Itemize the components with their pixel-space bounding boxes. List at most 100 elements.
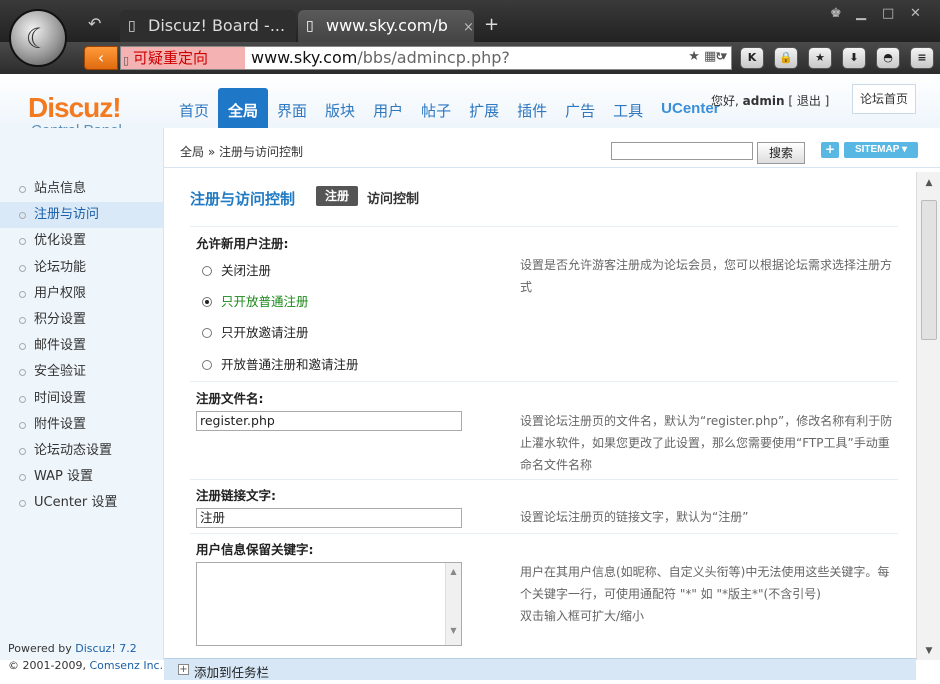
register-file-input[interactable]: register.php bbox=[196, 411, 462, 431]
k-extension-icon[interactable]: K bbox=[740, 47, 764, 69]
sitemap-button[interactable]: SITEMAP ▾ bbox=[844, 142, 918, 158]
close-window-icon[interactable]: ✕ bbox=[910, 6, 921, 21]
nav-global[interactable]: 全局 bbox=[218, 88, 269, 128]
radio-register-normal[interactable]: 只开放普通注册 bbox=[202, 291, 309, 310]
gamepad-icon[interactable]: ◓ bbox=[876, 47, 900, 69]
tab-close-icon[interactable]: × bbox=[463, 20, 474, 35]
bookmark-star-icon[interactable]: ★ bbox=[808, 47, 832, 69]
sidebar-item-ucenter[interactable]: UCenter 设置 bbox=[0, 490, 163, 516]
admin-page: Discuz! Control Panel 首页 全局 界面 版块 用户 帖子 … bbox=[0, 74, 940, 684]
url-path: /bbs/admincp.php? bbox=[357, 48, 510, 67]
sidebar: 站点信息 注册与访问 优化设置 论坛功能 用户权限 积分设置 邮件设置 安全验证… bbox=[0, 128, 164, 660]
add-to-taskbar-link[interactable]: 添加到任务栏 bbox=[194, 662, 269, 681]
sidebar-item-forum-features[interactable]: 论坛功能 bbox=[0, 255, 163, 281]
favorite-star-icon[interactable]: ★ bbox=[688, 49, 700, 64]
sidebar-item-user-permissions[interactable]: 用户权限 bbox=[0, 281, 163, 307]
address-bar[interactable]: ▯ 可疑重定向 www.sky.com/bbs/admincp.php? ★ ▦… bbox=[120, 46, 732, 70]
scroll-down-icon[interactable]: ▼ bbox=[446, 626, 461, 635]
logo-main: Discuz! bbox=[28, 92, 122, 123]
maximize-icon[interactable]: □ bbox=[882, 6, 894, 21]
radio-label: 开放普通注册和邀请注册 bbox=[221, 357, 359, 372]
textarea-scrollbar[interactable]: ▲ ▼ bbox=[445, 563, 461, 645]
allow-register-label: 允许新用户注册: bbox=[196, 236, 289, 251]
radio-label: 只开放邀请注册 bbox=[221, 325, 309, 340]
top-navigation: 首页 全局 界面 版块 用户 帖子 扩展 插件 广告 工具 UCenter bbox=[170, 88, 729, 128]
download-icon[interactable]: ⬇ bbox=[842, 47, 866, 69]
radio-register-both[interactable]: 开放普通注册和邀请注册 bbox=[202, 354, 359, 373]
radio-register-closed[interactable]: 关闭注册 bbox=[202, 260, 271, 279]
add-shortcut-button[interactable]: + bbox=[821, 142, 839, 158]
nav-users[interactable]: 用户 bbox=[364, 88, 412, 128]
copyright-company[interactable]: Comsenz Inc. bbox=[89, 659, 163, 672]
tab-access-control[interactable]: 访问控制 bbox=[367, 188, 419, 207]
browser-logo-icon[interactable]: ☾ bbox=[9, 9, 67, 67]
undo-close-tab-icon[interactable]: ↶ bbox=[88, 14, 101, 33]
refresh-icon[interactable]: ↻ bbox=[708, 47, 732, 69]
sidebar-item-wap[interactable]: WAP 设置 bbox=[0, 464, 163, 490]
radio-circle[interactable] bbox=[202, 360, 212, 370]
minimize-icon[interactable]: ▁ bbox=[856, 6, 866, 21]
nav-extensions[interactable]: 扩展 bbox=[460, 88, 508, 128]
sidebar-item-security[interactable]: 安全验证 bbox=[0, 359, 163, 385]
nav-interface[interactable]: 界面 bbox=[268, 88, 316, 128]
menu-icon[interactable]: ≡ bbox=[910, 47, 934, 69]
greeting: 您好, bbox=[711, 94, 739, 108]
radio-circle[interactable] bbox=[202, 297, 212, 307]
tab-register[interactable]: 注册 bbox=[316, 186, 358, 206]
radio-register-invite[interactable]: 只开放邀请注册 bbox=[202, 322, 309, 341]
admin-header: Discuz! Control Panel 首页 全局 界面 版块 用户 帖子 … bbox=[0, 74, 940, 139]
browser-tab-discuz[interactable]: ▯ Discuz! Board -... × bbox=[120, 10, 311, 42]
powered-by-product[interactable]: Discuz! 7.2 bbox=[75, 642, 136, 655]
sidebar-item-optimization[interactable]: 优化设置 bbox=[0, 228, 163, 254]
scroll-down-icon[interactable]: ▼ bbox=[917, 646, 940, 656]
radio-label: 关闭注册 bbox=[221, 263, 272, 278]
page-icon: ▯ bbox=[306, 18, 314, 34]
register-link-label: 注册链接文字: bbox=[196, 488, 276, 503]
reserved-keywords-label: 用户信息保留关键字: bbox=[196, 542, 314, 557]
url-text[interactable]: www.sky.com/bbs/admincp.php? bbox=[251, 48, 510, 68]
scrollbar-thumb[interactable] bbox=[921, 200, 937, 340]
divider bbox=[190, 226, 898, 227]
search-button[interactable]: 搜索 bbox=[757, 142, 805, 164]
logout-link[interactable]: [ 退出 ] bbox=[788, 94, 829, 108]
new-tab-button[interactable]: + bbox=[484, 14, 499, 35]
nav-tools[interactable]: 工具 bbox=[604, 88, 652, 128]
sidebar-item-forum-feed[interactable]: 论坛动态设置 bbox=[0, 438, 163, 464]
browser-tab-active[interactable]: ▯ www.sky.com/b × bbox=[298, 10, 474, 42]
nav-ads[interactable]: 广告 bbox=[556, 88, 604, 128]
register-file-label: 注册文件名: bbox=[196, 391, 264, 406]
skin-icon[interactable]: ♚ bbox=[830, 6, 842, 21]
sidebar-item-attachments[interactable]: 附件设置 bbox=[0, 412, 163, 438]
nav-posts[interactable]: 帖子 bbox=[412, 88, 460, 128]
url-host: www.sky.com bbox=[251, 48, 358, 67]
forum-home-button[interactable]: 论坛首页 bbox=[852, 84, 916, 114]
sidebar-item-credits[interactable]: 积分设置 bbox=[0, 307, 163, 333]
radio-circle[interactable] bbox=[202, 328, 212, 338]
page-scrollbar[interactable]: ▲ ▼ bbox=[916, 172, 940, 660]
nav-home[interactable]: 首页 bbox=[170, 88, 218, 128]
lock-icon[interactable]: 🔒 bbox=[774, 47, 798, 69]
scroll-up-icon[interactable]: ▲ bbox=[446, 567, 461, 576]
register-link-help: 设置论坛注册页的链接文字，默认为“注册” bbox=[520, 510, 749, 524]
sidebar-item-time[interactable]: 时间设置 bbox=[0, 386, 163, 412]
radio-circle[interactable] bbox=[202, 266, 212, 276]
sidebar-item-registration[interactable]: 注册与访问 bbox=[0, 202, 163, 229]
reserved-keywords-help2: 双击输入框可扩大/缩小 bbox=[520, 609, 645, 623]
reserved-keywords-help: 用户在其用户信息(如昵称、自定义头衔等)中无法使用这些关键字。每个关键字一行，可… bbox=[520, 565, 890, 601]
search-input[interactable] bbox=[611, 142, 753, 160]
reserved-keywords-textarea[interactable]: ▲ ▼ bbox=[196, 562, 462, 646]
nav-forums[interactable]: 版块 bbox=[316, 88, 364, 128]
scroll-up-icon[interactable]: ▲ bbox=[917, 178, 940, 188]
sitemap-label: SITEMAP bbox=[854, 144, 900, 155]
sidebar-item-mail[interactable]: 邮件设置 bbox=[0, 333, 163, 359]
register-file-help: 设置论坛注册页的文件名，默认为“register.php”，修改名称有利于防止灌… bbox=[520, 414, 893, 472]
sidebar-item-site-info[interactable]: 站点信息 bbox=[0, 176, 163, 202]
back-button[interactable]: ‹ bbox=[84, 46, 118, 70]
divider bbox=[190, 381, 898, 382]
powered-by-label: Powered by bbox=[8, 642, 72, 655]
allow-register-help: 设置是否允许游客注册成为论坛会员，您可以根据论坛需求选择注册方式 bbox=[520, 258, 893, 294]
add-icon[interactable]: + bbox=[178, 664, 189, 675]
document-icon: ▯ bbox=[123, 54, 130, 67]
register-link-input[interactable]: 注册 bbox=[196, 508, 462, 528]
nav-plugins[interactable]: 插件 bbox=[508, 88, 556, 128]
